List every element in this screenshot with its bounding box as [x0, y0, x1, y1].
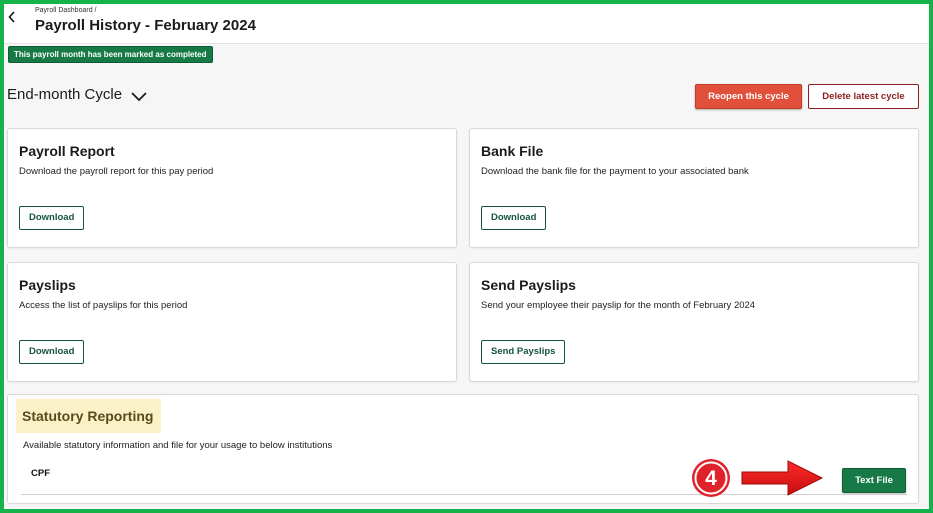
statutory-title: Statutory Reporting — [22, 408, 154, 424]
card-description: Send your employee their payslip for the… — [481, 300, 756, 311]
send-payslips-card: Send Payslips Send your employee their p… — [469, 262, 919, 382]
cpf-label: CPF — [31, 468, 50, 479]
step-number-badge: 4 — [690, 457, 732, 499]
card-title: Bank File — [481, 143, 544, 159]
statutory-description: Available statutory information and file… — [23, 440, 333, 451]
card-description: Access the list of payslips for this per… — [19, 300, 188, 311]
payslips-card: Payslips Access the list of payslips for… — [7, 262, 457, 382]
card-description: Download the bank file for the payment t… — [481, 166, 749, 177]
card-title: Payslips — [19, 277, 76, 293]
page-title: Payroll History - February 2024 — [35, 17, 256, 34]
right-arrow-icon — [740, 458, 824, 498]
chevron-left-icon[interactable] — [7, 10, 21, 26]
cycle-dropdown-value: End-month Cycle — [7, 86, 123, 103]
screenshot-frame: Payroll Dashboard / Payroll History - Fe… — [0, 0, 933, 513]
payroll-report-download-button[interactable]: Download — [19, 206, 85, 230]
bank-file-card: Bank File Download the bank file for the… — [469, 128, 919, 248]
breadcrumb[interactable]: Payroll Dashboard / — [35, 7, 96, 14]
payslips-download-button[interactable]: Download — [19, 340, 85, 364]
payroll-report-card: Payroll Report Download the payroll repo… — [7, 128, 457, 248]
card-description: Download the payroll report for this pay… — [19, 166, 214, 177]
statutory-title-highlight: Statutory Reporting — [16, 399, 162, 433]
send-payslips-button[interactable]: Send Payslips — [481, 340, 566, 364]
top-bar: Payroll Dashboard / Payroll History - Fe… — [4, 4, 929, 44]
reopen-cycle-button[interactable]: Reopen this cycle — [695, 84, 802, 109]
cycle-dropdown[interactable]: End-month Cycle — [7, 86, 148, 103]
card-title: Send Payslips — [481, 277, 576, 293]
bank-file-download-button[interactable]: Download — [481, 206, 547, 230]
text-file-button[interactable]: Text File — [842, 468, 906, 493]
step-number: 4 — [705, 467, 717, 490]
delete-latest-cycle-button[interactable]: Delete latest cycle — [808, 84, 919, 109]
card-title: Payroll Report — [19, 143, 115, 159]
status-badge: This payroll month has been marked as co… — [8, 46, 213, 63]
chevron-down-icon — [130, 89, 148, 101]
